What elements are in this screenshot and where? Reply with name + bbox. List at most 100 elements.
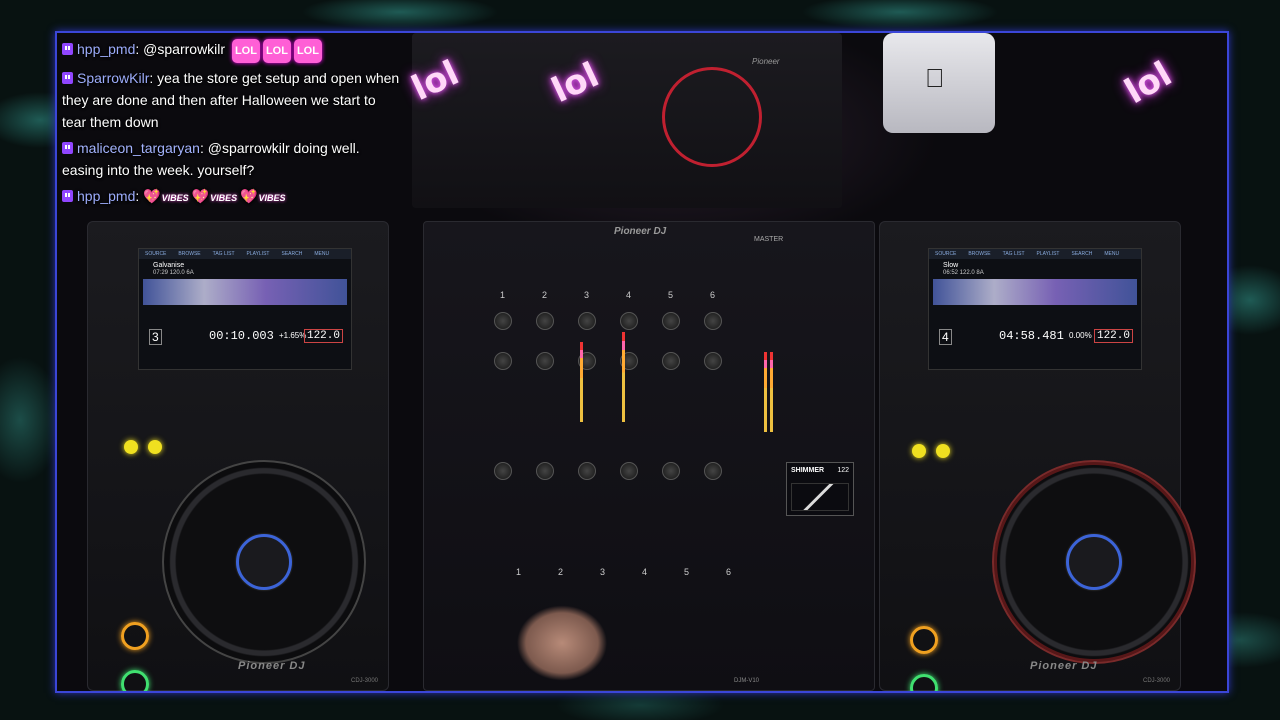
chat-message: SparrowKilr: yea the store get setup and… <box>62 70 400 130</box>
chat-message: maliceon_targaryan: @sparrowkilr doing w… <box>62 140 360 178</box>
chat-username: maliceon_targaryan <box>77 140 200 156</box>
ch6-filter-knob[interactable] <box>704 462 722 480</box>
lol-emote: LOL <box>262 39 291 63</box>
fader-5-label: 5 <box>684 567 690 577</box>
tab-source[interactable]: SOURCE <box>935 251 956 257</box>
beat-fx-graph <box>791 483 849 511</box>
lol-emote: LOL <box>231 39 260 63</box>
right-deck-number: 4 <box>939 329 952 345</box>
beat-fx-name: SHIMMER <box>791 467 825 474</box>
rmx-1000-unit: Pioneer <box>412 33 842 208</box>
right-track-title: Slow 06:52 122.0 8A <box>943 262 984 276</box>
fader-6-label: 6 <box>726 567 732 577</box>
left-waveform[interactable] <box>143 279 347 305</box>
tab-source[interactable]: SOURCE <box>145 251 166 257</box>
channel-1-label: 1 <box>500 290 506 300</box>
ch5-filter-knob[interactable] <box>662 462 680 480</box>
beat-fx-value: 122 <box>837 467 849 474</box>
tab-playlist[interactable]: PLAYLIST <box>247 251 270 257</box>
right-loop-in-button[interactable] <box>912 444 926 458</box>
right-jog-wheel[interactable] <box>992 460 1196 664</box>
tab-playlist[interactable]: PLAYLIST <box>1037 251 1060 257</box>
chat-overlay: hpp_pmd: @sparrowkilr LOL LOL LOL SparrowK… <box>62 38 402 213</box>
left-loop-in-button[interactable] <box>124 440 138 454</box>
chat-username: hpp_pmd <box>77 188 136 204</box>
right-deck-brand: Pioneer DJ <box>1030 660 1098 672</box>
ch1-filter-knob[interactable] <box>494 462 512 480</box>
left-bpm: 122.0 <box>303 329 343 343</box>
vibes-emote: VIBES <box>258 193 286 203</box>
mixer-model: DJM-V10 <box>734 678 760 684</box>
right-play-button[interactable] <box>910 674 938 691</box>
mac-mini:  <box>883 33 995 133</box>
mixer-brand: Pioneer DJ <box>614 226 667 237</box>
left-jog-wheel[interactable] <box>162 460 366 664</box>
channel-5-label: 5 <box>668 290 674 300</box>
tab-search[interactable]: SEARCH <box>281 251 302 257</box>
ch3-filter-knob[interactable] <box>578 462 596 480</box>
ch6-eq-knob[interactable] <box>704 352 722 370</box>
channel-2-label: 2 <box>542 290 548 300</box>
left-cue-button[interactable] <box>121 622 149 650</box>
vibes-emote: VIBES <box>161 193 189 203</box>
tab-menu[interactable]: MENU <box>1104 251 1119 257</box>
dj-hand <box>487 553 637 691</box>
beat-fx-display: SHIMMER 122 <box>786 462 854 516</box>
ch3-trim-knob[interactable] <box>578 312 596 330</box>
ch6-trim-knob[interactable] <box>704 312 722 330</box>
left-loop-out-button[interactable] <box>148 440 162 454</box>
right-deck-model: CDJ-3000 <box>1142 678 1170 684</box>
right-cue-button[interactable] <box>910 626 938 654</box>
ch4-trim-knob[interactable] <box>620 312 638 330</box>
right-time-readout: 04:58.481 <box>999 329 1064 343</box>
ch1-eq-knob[interactable] <box>494 352 512 370</box>
twitch-icon <box>62 72 73 84</box>
ch5-trim-knob[interactable] <box>662 312 680 330</box>
tab-browse[interactable]: BROWSE <box>968 251 990 257</box>
left-track-title: Galvanise 07:29 120.0 6A <box>153 262 194 276</box>
right-tempo-pct: 0.00% <box>1069 331 1092 340</box>
channel-6-label: 6 <box>710 290 716 300</box>
channel-3-label: 3 <box>584 290 590 300</box>
tab-tag-list[interactable]: TAG LIST <box>1003 251 1025 257</box>
tab-browse[interactable]: BROWSE <box>178 251 200 257</box>
heart-icon: 💖 <box>240 188 258 204</box>
vibes-emote: VIBES <box>210 193 238 203</box>
left-tempo-pct: +1.65% <box>279 331 307 340</box>
lol-emote: LOL <box>293 39 322 63</box>
ch2-eq-knob[interactable] <box>536 352 554 370</box>
rmx-jog-ring <box>662 67 762 167</box>
twitch-icon <box>62 43 73 55</box>
tab-menu[interactable]: MENU <box>314 251 329 257</box>
tab-tag-list[interactable]: TAG LIST <box>213 251 235 257</box>
master-label: MASTER <box>754 236 784 243</box>
ch2-trim-knob[interactable] <box>536 312 554 330</box>
right-waveform[interactable] <box>933 279 1137 305</box>
twitch-icon <box>62 142 73 154</box>
heart-icon: 💖 <box>143 188 161 204</box>
chat-message: hpp_pmd: @sparrowkilr LOL LOL LOL <box>62 38 402 63</box>
right-deck-screen: SOURCE BROWSE TAG LIST PLAYLIST SEARCH M… <box>928 248 1142 370</box>
right-loop-out-button[interactable] <box>936 444 950 458</box>
ch4-level-meter <box>622 332 625 422</box>
tab-search[interactable]: SEARCH <box>1071 251 1092 257</box>
left-jog-display <box>236 534 292 590</box>
chat-message: hpp_pmd: 💖VIBES 💖VIBES 💖VIBES <box>62 185 402 209</box>
chat-username: SparrowKilr <box>77 70 150 86</box>
ch4-filter-knob[interactable] <box>620 462 638 480</box>
fader-4-label: 4 <box>642 567 648 577</box>
master-level-meter-r <box>770 352 773 432</box>
right-deck: SOURCE BROWSE TAG LIST PLAYLIST SEARCH M… <box>879 221 1196 691</box>
ch1-trim-knob[interactable] <box>494 312 512 330</box>
left-time-readout: 00:10.003 <box>209 329 274 343</box>
left-deck-brand: Pioneer DJ <box>238 660 306 672</box>
left-deck-screen: SOURCE BROWSE TAG LIST PLAYLIST SEARCH M… <box>138 248 352 370</box>
right-jog-display <box>1066 534 1122 590</box>
left-deck: SOURCE BROWSE TAG LIST PLAYLIST SEARCH M… <box>87 221 389 691</box>
chat-username: hpp_pmd <box>77 41 136 57</box>
ch2-filter-knob[interactable] <box>536 462 554 480</box>
left-play-button[interactable] <box>121 670 149 691</box>
left-deck-number: 3 <box>149 329 162 345</box>
ch5-eq-knob[interactable] <box>662 352 680 370</box>
rmx-brand: Pioneer <box>752 57 780 66</box>
